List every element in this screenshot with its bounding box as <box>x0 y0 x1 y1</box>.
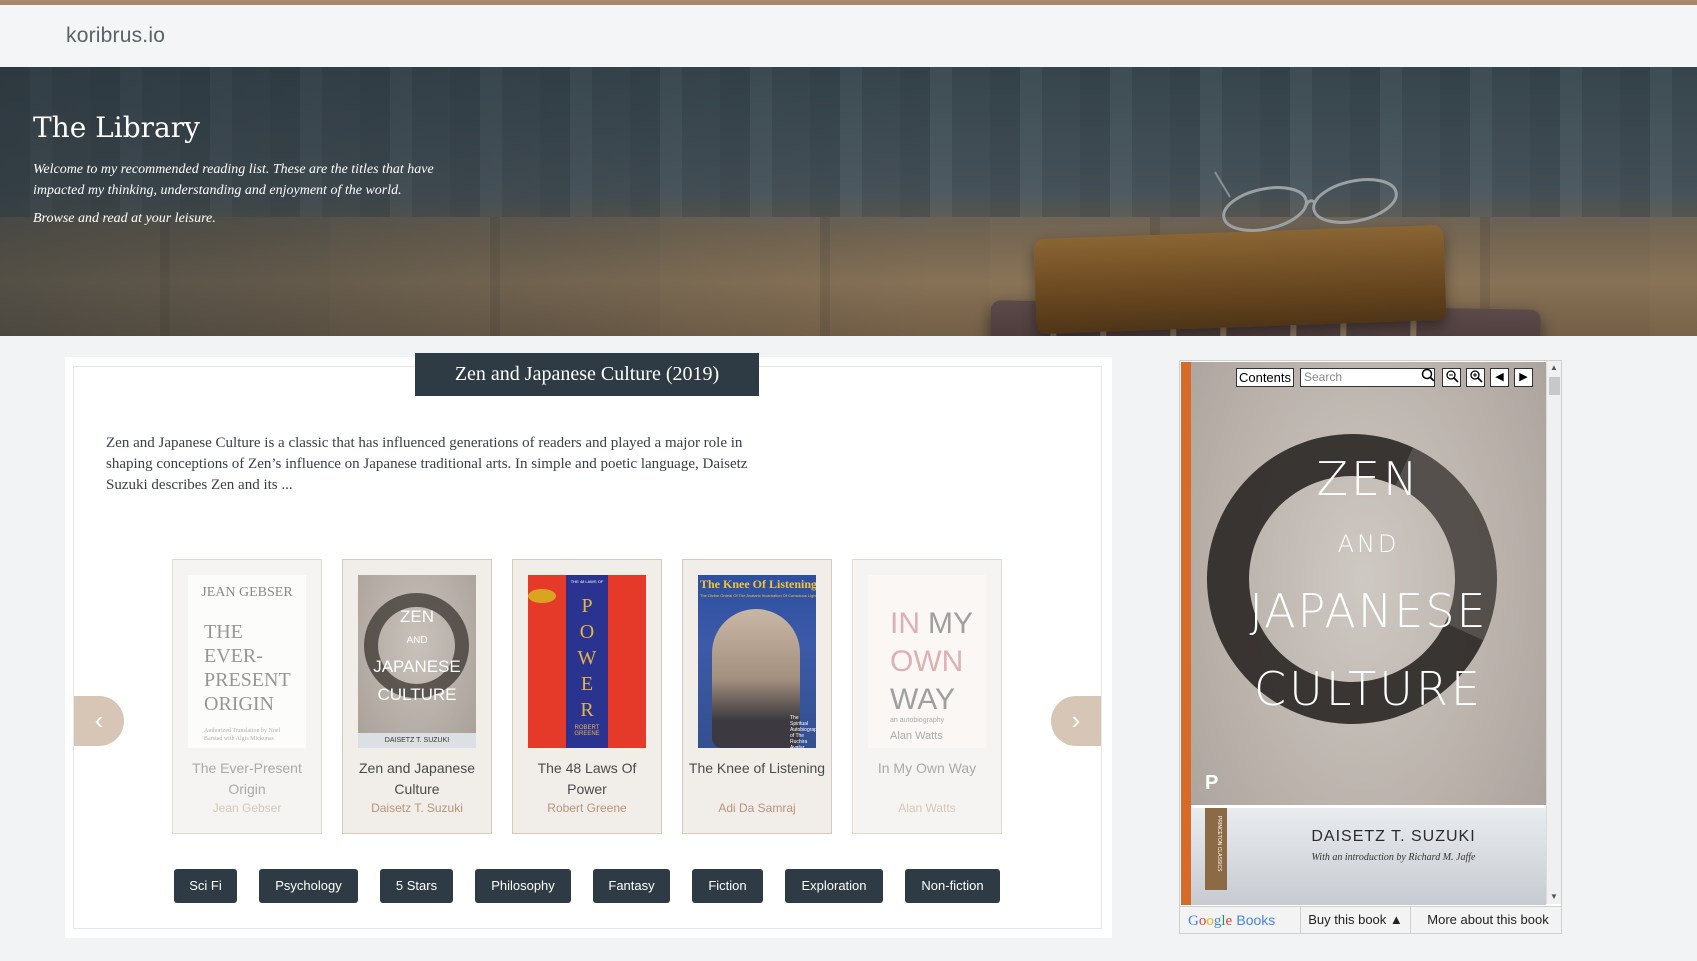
book-cover: JEAN GEBSER THE EVER-PRESENT ORIGIN Auth… <box>188 575 306 748</box>
tag-button[interactable]: Exploration <box>785 869 883 903</box>
cover-author-text: JEAN GEBSER <box>201 585 293 600</box>
hero-intro: Welcome to my recommended reading list. … <box>33 162 434 198</box>
chevron-left-icon: ‹ <box>94 705 104 735</box>
book-title: The 48 Laws Of Power <box>537 760 637 797</box>
book-card[interactable]: THE 48 LAWS OF POWER ROBERT GREENE The 4… <box>512 559 662 834</box>
scroll-down-icon[interactable]: ▼ <box>1550 892 1558 901</box>
more-about-this-book-link[interactable]: More about this book <box>1418 907 1558 933</box>
previous-page-icon[interactable]: ◀ <box>1490 368 1509 387</box>
site-brand-link[interactable]: koribrus.io <box>66 24 165 48</box>
google-books-viewer[interactable]: ZEN AND JAPANESE CULTURE P PRINCETON CLA… <box>1179 360 1562 934</box>
featured-book-title: Zen and Japanese Culture (2019) <box>415 353 759 396</box>
hero-banner: The Library Welcome to my recommended re… <box>0 67 1697 336</box>
cover-line: ZEN <box>400 607 434 626</box>
book-author: Jean Gebser <box>212 801 282 815</box>
cover-subtitle-text: an autobiography <box>890 717 945 724</box>
hero-title: The Library <box>33 111 200 144</box>
book-title: In My Own Way <box>877 760 977 776</box>
cover-side-text: The Spiritual Autobiography of The Ruchi… <box>790 715 816 748</box>
viewer-search-input[interactable]: Search <box>1300 368 1435 387</box>
tag-button[interactable]: Psychology <box>259 869 358 903</box>
chevron-right-icon: › <box>1071 705 1081 735</box>
search-icon[interactable] <box>1418 368 1437 387</box>
cover-line: JAPANESE <box>373 657 461 676</box>
book-author: Daisetz T. Suzuki <box>371 801 463 815</box>
hero-browse-text: Browse and read at your leisure. <box>33 211 216 226</box>
cover-author: DAISETZ T. SUZUKI <box>1311 828 1476 845</box>
book-cover: ZEN AND JAPANESE CULTURE DAISETZ T. SUZU… <box>358 575 476 748</box>
book-card[interactable]: IN MY OWN WAY an autobiography Alan Watt… <box>852 559 1002 834</box>
cover-orange-edge <box>1181 362 1191 905</box>
book-title: The Knee of Listening <box>688 760 826 776</box>
books-wordmark: Books <box>1236 912 1276 928</box>
cover-line: IN <box>890 607 920 640</box>
cover-line: CULTURE <box>377 685 457 704</box>
cover-intro-by: With an introduction by Richard M. Jaffe <box>1311 852 1476 863</box>
viewer-scrollbar[interactable]: ▲ ▼ <box>1546 361 1561 904</box>
contents-button[interactable]: Contents <box>1236 368 1294 387</box>
tag-button[interactable]: 5 Stars <box>380 869 453 903</box>
tag-button[interactable]: Sci Fi <box>174 869 237 903</box>
book-card[interactable]: JEAN GEBSER THE EVER-PRESENT ORIGIN Auth… <box>172 559 322 834</box>
book-card[interactable]: The Knee Of Listening The Divine Ordeal … <box>682 559 832 834</box>
publisher-logo-icon: P <box>1205 772 1219 794</box>
zoom-out-icon[interactable] <box>1442 368 1461 387</box>
zoom-in-icon[interactable] <box>1466 368 1485 387</box>
cover-line: AND <box>406 635 428 646</box>
book-cover: THE 48 LAWS OF POWER ROBERT GREENE <box>528 575 646 748</box>
book-author: Adi Da Samraj <box>718 801 796 815</box>
cover-line: AND <box>1337 530 1400 558</box>
cover-line: JAPANESE <box>1249 584 1488 638</box>
book-cover: The Knee Of Listening The Divine Ordeal … <box>698 575 816 748</box>
cover-subtitle-text: The Divine Ordeal Of The Avataric Incarn… <box>700 593 816 598</box>
tag-button[interactable]: Philosophy <box>475 869 571 903</box>
cover-line: ZEN <box>1316 452 1421 506</box>
cover-title-text: POWER <box>577 595 597 721</box>
cover-title-text: THE EVER-PRESENT ORIGIN <box>204 621 291 715</box>
cover-title-text: The Knee Of Listening <box>700 577 816 591</box>
tag-button[interactable]: Non-fiction <box>905 869 1000 903</box>
book-author: Robert Greene <box>547 801 627 815</box>
cover-author-strip: PRINCETON CLASSICS DAISETZ T. SUZUKI Wit… <box>1191 805 1546 905</box>
cover-line: OWN <box>890 645 964 678</box>
book-title: Zen and Japanese Culture <box>359 760 475 797</box>
google-books-logo[interactable]: Google Books <box>1188 912 1275 930</box>
featured-book-description: Zen and Japanese Culture is a classic th… <box>106 435 748 493</box>
buy-this-book-button[interactable]: Buy this book ▲ <box>1300 907 1411 933</box>
cover-line: WAY <box>890 683 955 716</box>
book-author: Alan Watts <box>898 801 956 815</box>
hero-shade <box>0 67 934 336</box>
carousel-next-button[interactable]: › <box>1051 696 1101 746</box>
hero-book-top <box>1033 224 1447 335</box>
site-header: koribrus.io <box>0 5 1697 67</box>
viewer-footer: Google Books Buy this book ▲ More about … <box>1180 906 1561 933</box>
cover-top-text: THE 48 LAWS OF <box>570 579 604 584</box>
next-page-icon[interactable]: ▶ <box>1514 368 1533 387</box>
google-wordmark: Google <box>1188 913 1233 929</box>
book-card[interactable]: ZEN AND JAPANESE CULTURE DAISETZ T. SUZU… <box>342 559 492 834</box>
cover-author-text: Alan Watts <box>890 730 943 742</box>
book-title: The Ever-Present Origin <box>192 760 302 797</box>
cover-author-text: ROBERT GREENE <box>574 725 600 737</box>
book-preview-page: ZEN AND JAPANESE CULTURE P PRINCETON CLA… <box>1181 362 1546 905</box>
tag-button[interactable]: Fantasy <box>593 869 670 903</box>
cover-author-text: DAISETZ T. SUZUKI <box>358 733 476 748</box>
cover-note-text: Authorized Translation by Noel Barstad w… <box>204 728 281 742</box>
cover-line: MY <box>928 607 973 640</box>
scrollbar-thumb[interactable] <box>1549 377 1560 395</box>
cover-line: CULTURE <box>1254 662 1483 716</box>
tag-button[interactable]: Fiction <box>692 869 763 903</box>
carousel-prev-button[interactable]: ‹ <box>74 696 124 746</box>
spine-label: PRINCETON CLASSICS <box>1205 808 1227 890</box>
scroll-up-icon[interactable]: ▲ <box>1550 363 1558 372</box>
glasses-icon <box>1214 171 1398 232</box>
book-cover: IN MY OWN WAY an autobiography Alan Watt… <box>868 575 986 748</box>
